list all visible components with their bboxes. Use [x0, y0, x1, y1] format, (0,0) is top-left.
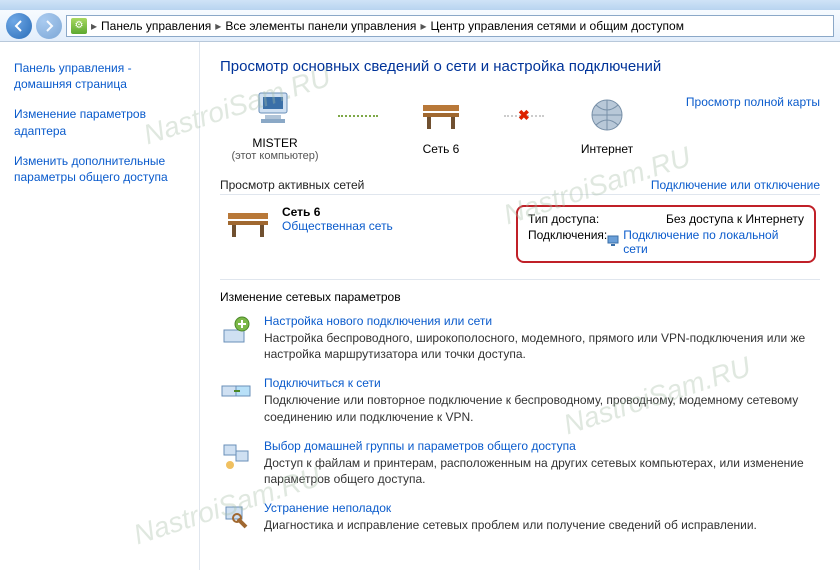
page-title: Просмотр основных сведений о сети и наст… — [220, 58, 661, 75]
access-type-value: Без доступа к Интернету — [666, 212, 804, 226]
sidebar-link-sharing[interactable]: Изменить дополнительные параметры общего… — [14, 153, 185, 185]
task-connect-desc: Подключение или повторное подключение к … — [264, 392, 820, 424]
bench-icon — [417, 95, 465, 135]
active-network-name: Сеть 6 — [282, 205, 393, 219]
globe-icon — [583, 95, 631, 135]
task-connect-link[interactable]: Подключиться к сети — [264, 376, 381, 390]
connection-line-ok — [338, 115, 378, 117]
nav-back-button[interactable] — [6, 13, 32, 39]
map-internet-name: Интернет — [552, 142, 662, 156]
breadcrumb-separator: ▸ — [213, 19, 223, 33]
map-network-name: Сеть 6 — [386, 142, 496, 156]
active-networks-header: Просмотр активных сетей — [220, 178, 364, 192]
breadcrumb-separator: ▸ — [89, 19, 99, 33]
content-area: Просмотр основных сведений о сети и наст… — [200, 42, 840, 570]
address-bar[interactable]: ⚙ ▸ Панель управления ▸ Все элементы пан… — [66, 15, 834, 37]
breadcrumb-leaf[interactable]: Центр управления сетями и общим доступом — [430, 19, 684, 33]
control-panel-icon: ⚙ — [71, 18, 87, 34]
map-computer-sub: (этот компьютер) — [220, 150, 330, 162]
new-connection-icon — [220, 314, 252, 346]
address-toolbar: ⚙ ▸ Панель управления ▸ Все элементы пан… — [0, 10, 840, 42]
full-map-link[interactable]: Просмотр полной карты — [686, 95, 820, 109]
homegroup-icon — [220, 439, 252, 471]
connections-label: Подключения: — [528, 228, 607, 256]
change-settings-header: Изменение сетевых параметров — [220, 290, 820, 304]
connection-line-fail — [504, 115, 544, 117]
task-new-connection-desc: Настройка беспроводного, широкополосного… — [264, 330, 820, 362]
sidebar: Панель управления - домашняя страница Из… — [0, 42, 200, 570]
computer-icon — [251, 89, 299, 129]
lan-icon — [607, 235, 619, 250]
map-computer-name: MISTER — [220, 136, 330, 150]
task-new-connection-link[interactable]: Настройка нового подключения или сети — [264, 314, 492, 328]
connect-network-icon — [220, 376, 252, 408]
access-type-label: Тип доступа: — [528, 212, 599, 226]
sidebar-link-home[interactable]: Панель управления - домашняя страница — [14, 60, 185, 92]
breadcrumb-mid[interactable]: Все элементы панели управления — [225, 19, 416, 33]
task-troubleshoot-desc: Диагностика и исправление сетевых пробле… — [264, 517, 757, 533]
breadcrumb-root[interactable]: Панель управления — [101, 19, 211, 33]
task-homegroup-desc: Доступ к файлам и принтерам, расположенн… — [264, 455, 820, 487]
window-titlebar — [0, 0, 840, 10]
active-network-type-link[interactable]: Общественная сеть — [282, 219, 393, 233]
lan-connection-text: Подключение по локальной сети — [623, 228, 804, 256]
nav-forward-button[interactable] — [36, 13, 62, 39]
breadcrumb-separator: ▸ — [418, 19, 428, 33]
task-troubleshoot-link[interactable]: Устранение неполадок — [264, 501, 391, 515]
task-homegroup-link[interactable]: Выбор домашней группы и параметров общег… — [264, 439, 576, 453]
sidebar-link-adapter[interactable]: Изменение параметров адаптера — [14, 106, 185, 138]
access-status-panel: Тип доступа: Без доступа к Интернету Под… — [516, 205, 816, 263]
connect-disconnect-link[interactable]: Подключение или отключение — [651, 178, 820, 192]
lan-connection-link[interactable]: Подключение по локальной сети — [607, 228, 804, 256]
network-type-icon — [224, 205, 272, 241]
troubleshoot-icon — [220, 501, 252, 533]
